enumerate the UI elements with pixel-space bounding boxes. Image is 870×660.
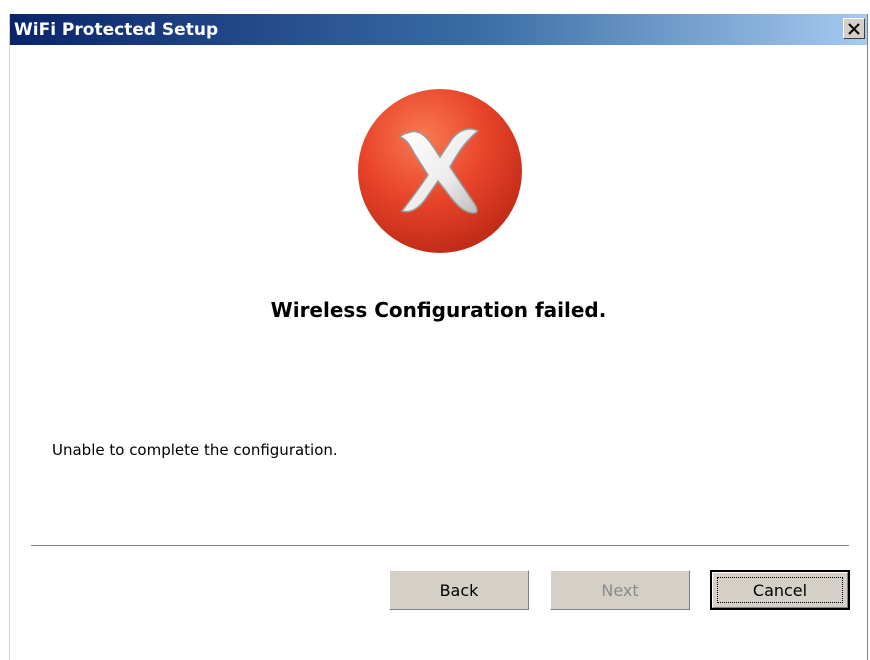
wps-dialog-window: WiFi Protected Setup Wireless Configurat…	[9, 14, 868, 660]
back-button[interactable]: Back	[389, 570, 529, 610]
close-button[interactable]	[843, 18, 865, 39]
cancel-button-label: Cancel	[752, 580, 808, 600]
next-button-label: Next	[601, 580, 639, 600]
back-button-label: Back	[439, 580, 479, 600]
status-message: Unable to complete the configuration.	[52, 441, 338, 459]
next-button[interactable]: Next	[550, 570, 690, 610]
close-icon	[848, 22, 860, 35]
window-title: WiFi Protected Setup	[14, 20, 219, 40]
title-bar[interactable]: WiFi Protected Setup	[10, 14, 867, 45]
error-x-icon	[358, 89, 522, 253]
cancel-button[interactable]: Cancel	[710, 570, 850, 610]
separator-line	[31, 545, 849, 547]
status-headline: Wireless Configuration failed.	[270, 298, 607, 322]
